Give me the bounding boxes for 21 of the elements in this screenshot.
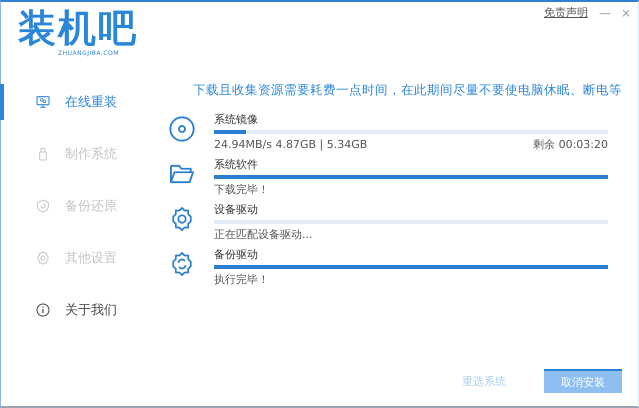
sidebar-item[interactable]: 关于我们 xyxy=(0,292,151,328)
status-text: 下载完毕！ xyxy=(214,182,269,197)
time-remaining: 剩余 00:03:20 xyxy=(533,137,608,152)
info-icon xyxy=(35,302,51,318)
logo-title: 装机吧 xyxy=(18,6,138,50)
close-button[interactable]: × xyxy=(618,5,634,21)
task-name: 系统镜像 xyxy=(214,113,259,127)
minimize-button[interactable]: — xyxy=(596,5,614,21)
notice-text: 下载且收集资源需要耗费一点时间，在此期间尽量不要使电脑休眠、断电等 xyxy=(192,82,622,99)
status-text: 24.94MB/s 4.87GB | 5.34GB xyxy=(214,137,368,152)
task-name: 备份驱动 xyxy=(214,248,259,262)
task-name: 设备驱动 xyxy=(214,203,259,217)
status-text: 正在匹配设备驱动... xyxy=(214,227,312,242)
gear-icon xyxy=(35,250,51,266)
task-name: 系统软件 xyxy=(214,158,259,172)
status-text: 执行完毕！ xyxy=(214,272,269,287)
monitor-icon xyxy=(35,94,51,110)
sidebar-item[interactable]: 在线重装 xyxy=(0,84,151,120)
disc-icon xyxy=(168,115,196,143)
disclaimer-link[interactable]: 免责声明 xyxy=(544,5,588,21)
shield-icon xyxy=(35,198,51,214)
